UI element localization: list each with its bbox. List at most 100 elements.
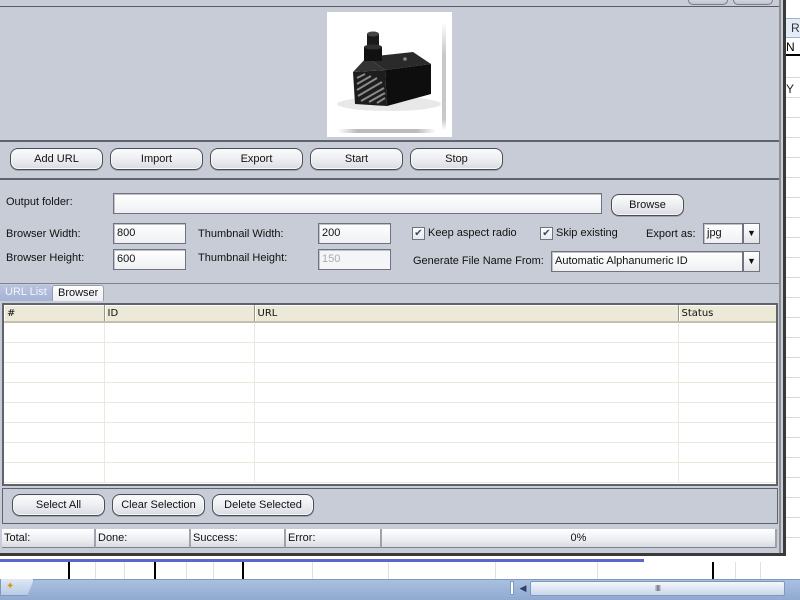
column-header-url[interactable]: URL — [254, 305, 679, 323]
progress-bar: 0% — [382, 529, 777, 548]
gridline — [312, 562, 313, 580]
browser-height-input[interactable]: 600 — [113, 249, 186, 270]
table-cell — [678, 442, 776, 463]
gridline — [786, 237, 800, 238]
thumbnail-height-label: Thumbnail Height: — [198, 252, 288, 264]
thumbnail-generator-window: Add URL Import Export Start Stop Output … — [0, 0, 786, 556]
gridline — [786, 357, 800, 358]
gridline — [186, 562, 187, 580]
table-cell — [678, 382, 776, 403]
column-header-id[interactable]: ID — [104, 305, 255, 323]
gridline — [495, 562, 496, 580]
keep-aspect-checkbox[interactable]: ✔ — [412, 227, 425, 240]
gridline — [786, 117, 800, 118]
gridline — [786, 437, 800, 438]
output-folder-input[interactable] — [113, 193, 602, 214]
table-cell — [254, 382, 679, 403]
gridline — [213, 562, 214, 580]
export-as-label: Export as: — [646, 228, 696, 240]
scrollbar-thumb[interactable]: IIII — [530, 581, 785, 596]
table-row[interactable] — [4, 382, 776, 403]
table-cell — [4, 322, 105, 343]
table-row[interactable] — [4, 442, 776, 463]
gridline — [786, 197, 800, 198]
table-row[interactable] — [4, 342, 776, 363]
start-button[interactable]: Start — [310, 148, 403, 170]
table-body — [4, 322, 776, 483]
table-cell — [254, 362, 679, 383]
thumbnail-width-label: Thumbnail Width: — [198, 228, 284, 240]
url-list-table: # ID URL Status — [2, 303, 778, 486]
table-cell — [254, 442, 679, 463]
browser-width-input[interactable]: 800 — [113, 223, 186, 244]
gridline — [388, 562, 389, 580]
table-cell — [678, 322, 776, 343]
skip-existing-checkbox[interactable]: ✔ — [540, 227, 553, 240]
cell-border — [712, 562, 714, 580]
minimize-button[interactable] — [688, 0, 728, 5]
main-toolbar: Add URL Import Export Start Stop — [0, 142, 780, 180]
gridline — [786, 277, 800, 278]
file-name-dropdown-icon[interactable]: ▼ — [743, 251, 760, 272]
table-cell — [4, 402, 105, 423]
thumbnail-preview — [327, 12, 452, 137]
title-bar — [0, 0, 780, 7]
table-cell — [254, 462, 679, 483]
delete-selected-button[interactable]: Delete Selected — [212, 494, 314, 516]
thumbnail-width-input[interactable]: 200 — [318, 223, 391, 244]
gridline — [95, 562, 96, 580]
clear-selection-button[interactable]: Clear Selection — [112, 494, 205, 516]
status-success: Success: — [191, 529, 286, 548]
stop-button[interactable]: Stop — [410, 148, 503, 170]
export-button[interactable]: Export — [210, 148, 303, 170]
keep-aspect-label[interactable]: Keep aspect radio — [428, 227, 517, 239]
settings-panel: Output folder: Browse Browser Width: 800… — [0, 180, 780, 284]
close-button[interactable] — [733, 0, 773, 5]
horizontal-scrollbar[interactable]: ◀ IIII — [510, 580, 800, 597]
table-cell — [104, 382, 255, 403]
table-row[interactable] — [4, 422, 776, 443]
gridline — [786, 537, 800, 538]
column-header-fragment[interactable]: R — [786, 18, 800, 38]
table-cell — [678, 402, 776, 423]
table-row[interactable] — [4, 362, 776, 383]
table-cell — [4, 362, 105, 383]
gridline — [786, 337, 800, 338]
export-format-dropdown-icon[interactable]: ▼ — [743, 223, 760, 244]
import-button[interactable]: Import — [110, 148, 203, 170]
status-error: Error: — [286, 529, 382, 548]
tab-url-list[interactable]: URL List — [0, 285, 52, 301]
select-all-button[interactable]: Select All — [12, 494, 105, 516]
cell-fragment[interactable]: Y — [786, 80, 800, 98]
table-cell — [254, 322, 679, 343]
table-cell — [678, 422, 776, 443]
gridline — [786, 457, 800, 458]
gridline — [786, 317, 800, 318]
skip-existing-label[interactable]: Skip existing — [556, 227, 618, 239]
table-cell — [4, 382, 105, 403]
browse-button[interactable]: Browse — [611, 194, 684, 216]
gridline — [786, 137, 800, 138]
gridline — [786, 177, 800, 178]
table-cell — [678, 342, 776, 363]
gridline — [786, 217, 800, 218]
tab-split-handle[interactable] — [510, 581, 514, 595]
column-header-status[interactable]: Status — [678, 305, 776, 323]
browser-height-label: Browser Height: — [6, 252, 85, 264]
tab-browser[interactable]: Browser — [52, 285, 105, 301]
new-sheet-icon: ✦ — [6, 581, 15, 592]
check-icon: ✔ — [414, 228, 423, 239]
status-total: Total: — [2, 529, 96, 548]
gridline — [124, 562, 125, 580]
table-cell — [254, 422, 679, 443]
table-row[interactable] — [4, 322, 776, 343]
add-url-button[interactable]: Add URL — [10, 148, 103, 170]
cell-fragment[interactable]: N — [786, 38, 800, 56]
file-name-from-select[interactable]: Automatic Alphanumeric ID — [551, 251, 743, 272]
scroll-left-icon[interactable]: ◀ — [516, 580, 530, 597]
table-cell — [4, 422, 105, 443]
export-format-select[interactable]: jpg — [703, 223, 743, 244]
table-row[interactable] — [4, 402, 776, 423]
column-header-number[interactable]: # — [4, 305, 105, 323]
table-row[interactable] — [4, 462, 776, 483]
